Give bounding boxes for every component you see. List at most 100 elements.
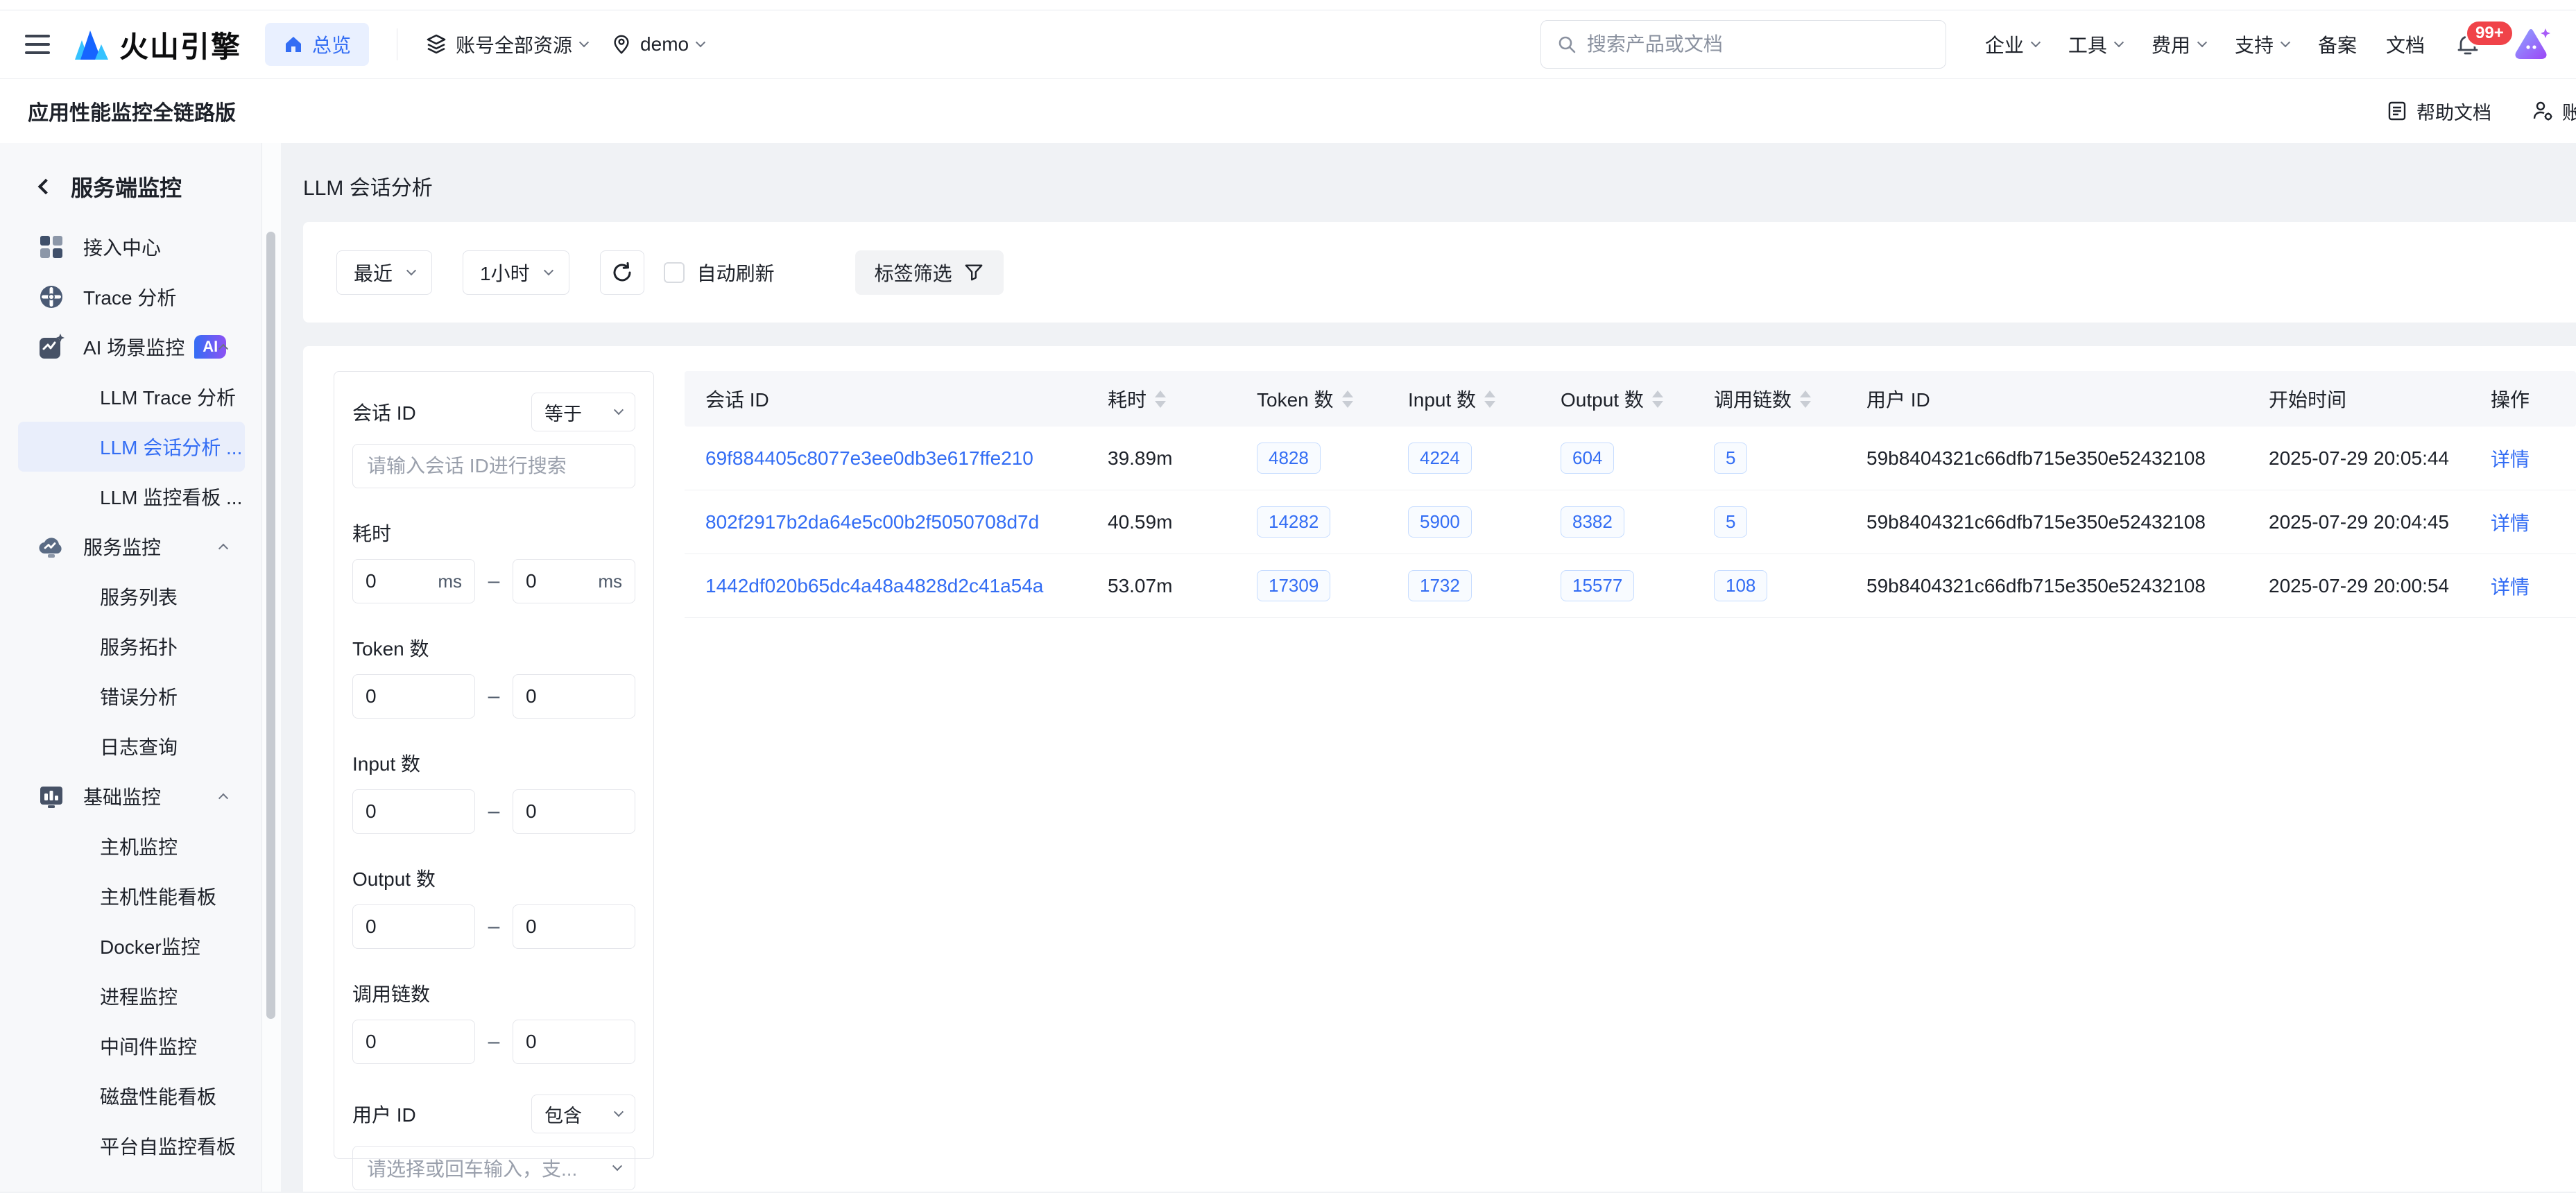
sidebar-item-host-performance-dashboard[interactable]: 主机性能看板 — [18, 871, 245, 921]
sidebar-item-service-monitoring[interactable]: 服务监控 — [18, 522, 245, 572]
sidebar-item-middleware-monitoring[interactable]: 中间件监控 — [18, 1021, 245, 1071]
col-header-input[interactable]: Input 数 — [1387, 385, 1540, 413]
menu-docs[interactable]: 文档 — [2386, 31, 2425, 58]
output-max-input[interactable] — [526, 916, 622, 938]
overview-button[interactable]: 总览 — [265, 23, 369, 66]
sidebar-item-llm-dashboard[interactable]: LLM 监控看板 ... — [18, 472, 245, 522]
col-header-chains[interactable]: 调用链数 — [1693, 385, 1846, 413]
sidebar-back-header[interactable]: 服务端监控 — [0, 164, 281, 203]
tokens-tag[interactable]: 14282 — [1257, 506, 1330, 538]
account-permissions-link[interactable]: 账号权限 — [2532, 98, 2576, 125]
chevron-up-icon[interactable] — [218, 544, 228, 553]
sidebar-item-host-monitoring[interactable]: 主机监控 — [18, 821, 245, 871]
user-id-select[interactable]: 请选择或回车输入，支... — [352, 1146, 635, 1190]
tokens-tag[interactable]: 4828 — [1257, 443, 1321, 474]
output-min-input[interactable] — [366, 916, 462, 938]
col-header-tokens[interactable]: Token 数 — [1236, 385, 1387, 413]
detail-link[interactable]: 详情 — [2491, 513, 2530, 534]
sort-icon[interactable] — [1342, 390, 1353, 408]
sidebar-item-service-list[interactable]: 服务列表 — [18, 572, 245, 621]
input-min-input[interactable] — [366, 800, 462, 823]
output-tag[interactable]: 15577 — [1561, 570, 1634, 602]
user-id-operator-select[interactable]: 包含 — [531, 1095, 635, 1133]
sidebar-item-access-center[interactable]: 接入中心 — [18, 222, 245, 272]
menu-filing[interactable]: 备案 — [2318, 31, 2357, 58]
output-tag[interactable]: 8382 — [1561, 506, 1624, 538]
session-id-operator-select[interactable]: 等于 — [531, 393, 635, 431]
input-tag[interactable]: 5900 — [1408, 506, 1472, 538]
tag-filter-button[interactable]: 标签筛选 — [855, 250, 1004, 295]
input-max-input[interactable] — [526, 800, 622, 823]
sidebar-scrollbar-thumb[interactable] — [266, 232, 275, 1019]
chains-min-field — [352, 1020, 475, 1064]
menu-enterprise[interactable]: 企业 — [1985, 31, 2039, 58]
time-mode-select[interactable]: 最近 — [336, 250, 432, 295]
session-id-link[interactable]: 802f2917b2da64e5c00b2f5050708d7d — [705, 511, 1039, 533]
sidebar-item-disk-performance-dashboard[interactable]: 磁盘性能看板 — [18, 1071, 245, 1121]
chevron-up-icon[interactable] — [218, 793, 228, 803]
product-header-bar: 应用性能监控全链路版 帮助文档 账号权限 — [0, 79, 2576, 143]
sidebar-item-llm-trace-analysis[interactable]: LLM Trace 分析 — [18, 372, 245, 422]
col-header-output[interactable]: Output 数 — [1540, 385, 1693, 413]
chains-max-input[interactable] — [526, 1031, 622, 1053]
chevron-down-icon — [614, 405, 624, 415]
sidebar-item-llm-session-analysis[interactable]: LLM 会话分析 ... — [18, 422, 245, 472]
sidebar-item-platform-self-monitoring-dashboard[interactable]: 平台自监控看板 — [18, 1121, 245, 1171]
chevron-down-icon — [2197, 37, 2207, 47]
notifications-button[interactable]: 99+ — [2454, 31, 2482, 58]
refresh-button[interactable] — [600, 250, 644, 295]
chains-tag[interactable]: 5 — [1714, 506, 1747, 538]
sort-icon[interactable] — [1800, 390, 1811, 408]
col-header-session-id: 会话 ID — [685, 385, 1087, 413]
range-separator: – — [484, 685, 504, 708]
sort-icon[interactable] — [1484, 390, 1495, 408]
input-tag[interactable]: 1732 — [1408, 570, 1472, 602]
chains-filter-label: 调用链数 — [352, 979, 635, 1007]
brand-logo[interactable]: 火山引擎 — [74, 24, 241, 66]
chains-tag[interactable]: 108 — [1714, 570, 1767, 602]
table-row: 1442df020b65dc4a48a4828d2c41a54a 53.07m … — [685, 554, 2576, 618]
sort-icon[interactable] — [1155, 390, 1166, 408]
sidebar-item-docker-monitoring[interactable]: Docker监控 — [18, 921, 245, 971]
help-docs-link[interactable]: 帮助文档 — [2386, 98, 2491, 125]
range-separator: – — [484, 569, 504, 593]
sessions-table: 会话 ID 耗时 Token 数 Input 数 — [685, 371, 2576, 1192]
search-input[interactable] — [1587, 33, 1930, 55]
output-tag[interactable]: 604 — [1561, 443, 1614, 474]
sort-icon[interactable] — [1652, 390, 1663, 408]
detail-link[interactable]: 详情 — [2491, 449, 2530, 470]
menu-tools[interactable]: 工具 — [2068, 31, 2122, 58]
tokens-tag[interactable]: 17309 — [1257, 570, 1330, 602]
token-min-input[interactable] — [366, 685, 462, 707]
menu-billing[interactable]: 费用 — [2152, 31, 2206, 58]
sidebar-item-log-query[interactable]: 日志查询 — [18, 721, 245, 771]
time-range-select[interactable]: 1小时 — [463, 250, 569, 295]
col-header-duration[interactable]: 耗时 — [1087, 385, 1236, 413]
menu-support[interactable]: 支持 — [2235, 31, 2289, 58]
funnel-icon — [963, 262, 984, 283]
session-id-link[interactable]: 69f884405c8077e3ee0db3e617ffe210 — [705, 447, 1033, 469]
duration-max-input[interactable] — [526, 570, 592, 592]
region-dropdown[interactable]: demo — [611, 33, 704, 55]
detail-link[interactable]: 详情 — [2491, 576, 2530, 598]
duration-min-input[interactable] — [366, 570, 432, 592]
account-resources-dropdown[interactable]: 账号全部资源 — [425, 31, 587, 58]
start-time-cell: 2025-07-29 20:04:45 — [2248, 511, 2470, 533]
sidebar-item-trace-analysis[interactable]: Trace 分析 — [18, 272, 245, 322]
sidebar-item-ai-scene-monitoring[interactable]: AI 场景监控 AI — [18, 322, 245, 372]
sidebar-item-error-analysis[interactable]: 错误分析 — [18, 671, 245, 721]
token-max-input[interactable] — [526, 685, 622, 707]
global-search[interactable] — [1540, 20, 1946, 69]
auto-refresh-checkbox[interactable] — [664, 262, 685, 283]
session-id-search-input[interactable] — [352, 444, 635, 488]
user-avatar[interactable] — [2511, 24, 2551, 65]
chains-min-input[interactable] — [366, 1031, 462, 1053]
input-tag[interactable]: 4224 — [1408, 443, 1472, 474]
hamburger-menu-icon[interactable] — [25, 35, 50, 54]
sidebar-item-process-monitoring[interactable]: 进程监控 — [18, 971, 245, 1021]
session-id-link[interactable]: 1442df020b65dc4a48a4828d2c41a54a — [705, 575, 1043, 596]
brand-name: 火山引擎 — [119, 24, 241, 66]
sidebar-item-service-topology[interactable]: 服务拓扑 — [18, 621, 245, 671]
chains-tag[interactable]: 5 — [1714, 443, 1747, 474]
sidebar-item-basic-monitoring[interactable]: 基础监控 — [18, 771, 245, 821]
